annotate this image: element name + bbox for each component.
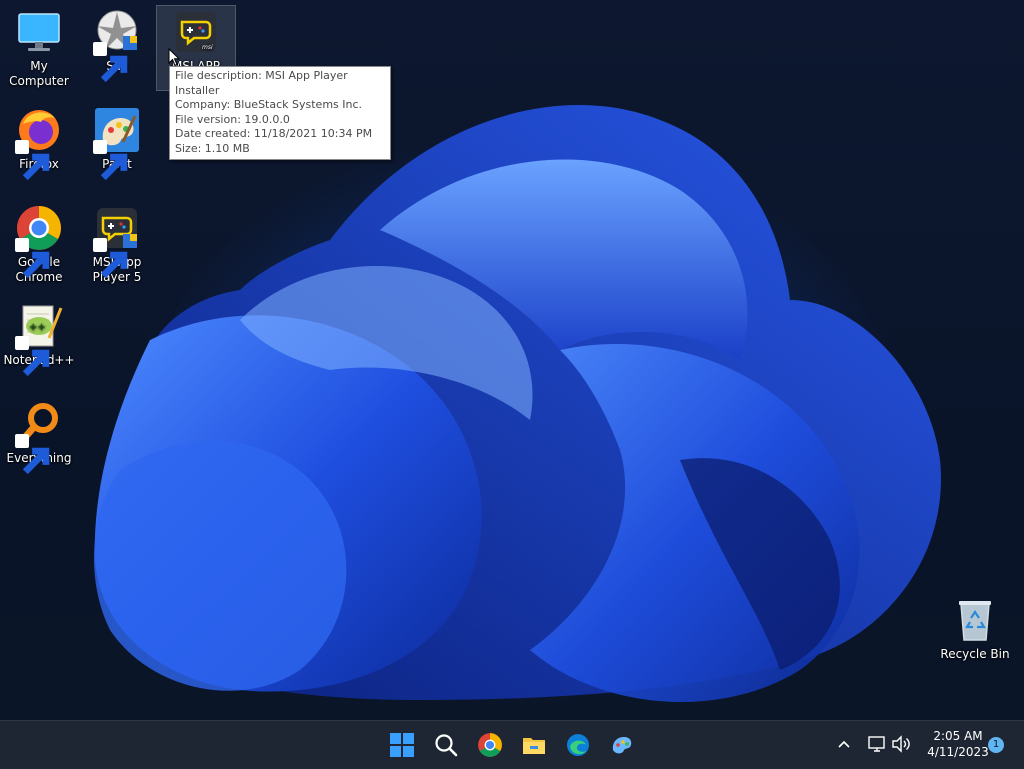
- network-icon[interactable]: [866, 733, 888, 755]
- mouse-cursor-icon: [168, 48, 180, 67]
- notification-badge[interactable]: 1: [988, 737, 1004, 753]
- clock-date: 4/11/2023: [927, 745, 989, 759]
- taskbar: 2:05 AM 4/11/2023 1: [0, 720, 1024, 769]
- firefox-icon: [15, 106, 63, 181]
- windows-logo-icon: [390, 733, 414, 757]
- search-button[interactable]: [428, 727, 464, 763]
- shortcut-arrow-icon: [15, 336, 50, 377]
- edge-icon: [567, 734, 589, 756]
- notepad-plus-plus-icon: ++: [15, 302, 63, 377]
- paint-taskbar-button[interactable]: [604, 727, 640, 763]
- clock[interactable]: 2:05 AM 4/11/2023: [918, 728, 998, 760]
- recycle-bin-icon: [951, 596, 999, 644]
- chrome-icon: [478, 733, 502, 757]
- file-explorer-taskbar-button[interactable]: [516, 727, 552, 763]
- chrome-icon: [15, 204, 63, 279]
- search-icon: [435, 734, 458, 757]
- shortcut-arrow-icon: [15, 434, 50, 475]
- msi-app-player-icon: [93, 204, 141, 279]
- desktop-icon-my-computer[interactable]: My Computer: [0, 8, 78, 89]
- volume-icon[interactable]: [890, 733, 912, 755]
- desktop-icon-msi-app-player-5[interactable]: MSI App Player 5: [78, 204, 156, 285]
- edge-taskbar-button[interactable]: [560, 727, 596, 763]
- sim-icon: [93, 8, 141, 83]
- desktop-icon-notepad-plus-plus[interactable]: ++ Notepad++: [0, 302, 78, 377]
- desktop-icon-paint[interactable]: Paint: [78, 106, 156, 181]
- shortcut-arrow-icon: [15, 238, 50, 279]
- monitor-icon: [15, 8, 63, 56]
- svg-text:msi: msi: [202, 44, 213, 51]
- clock-time: 2:05 AM: [933, 729, 983, 743]
- file-info-tooltip: File description: MSI App Player Install…: [169, 66, 391, 160]
- tooltip-size: Size: 1.10 MB: [175, 141, 250, 155]
- tooltip-description: File description: MSI App Player Install…: [175, 69, 348, 97]
- folder-icon: [523, 738, 545, 754]
- desktop-icon-recycle-bin[interactable]: Recycle Bin: [936, 596, 1014, 662]
- desktop[interactable]: My Computer SIM msi MSI APP Firefox Pain…: [0, 0, 1024, 720]
- svg-text:++: ++: [29, 322, 46, 333]
- paint-icon: [612, 737, 632, 754]
- shortcut-arrow-icon: [93, 140, 128, 181]
- desktop-icon-firefox[interactable]: Firefox: [0, 106, 78, 181]
- desktop-icon-label: Recycle Bin: [940, 647, 1010, 661]
- tooltip-version: File version: 19.0.0.0: [175, 112, 290, 126]
- start-button[interactable]: [384, 727, 420, 763]
- shortcut-arrow-icon: [93, 238, 128, 279]
- chrome-taskbar-button[interactable]: [472, 727, 508, 763]
- desktop-icon-google-chrome[interactable]: Google Chrome: [0, 204, 78, 285]
- tooltip-date-created: Date created: 11/18/2021 10:34 PM: [175, 127, 373, 140]
- desktop-icon-label: My Computer: [9, 59, 69, 88]
- show-hidden-icons-chevron-icon[interactable]: [834, 733, 854, 755]
- tooltip-company: Company: BlueStack Systems Inc.: [175, 98, 363, 111]
- shortcut-arrow-icon: [93, 42, 128, 83]
- paint-icon: [93, 106, 141, 181]
- everything-search-icon: [15, 400, 63, 475]
- desktop-icon-sim[interactable]: SIM: [78, 8, 156, 83]
- desktop-icon-everything[interactable]: Everything: [0, 400, 78, 475]
- shortcut-arrow-icon: [15, 140, 50, 181]
